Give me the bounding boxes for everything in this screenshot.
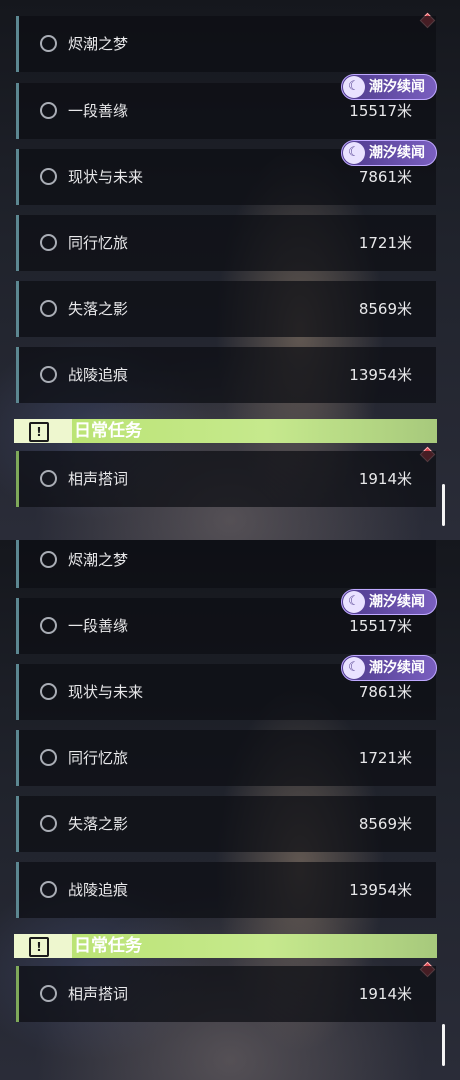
entry-accent-bar (16, 215, 19, 271)
quest-distance: 1721米 (358, 234, 412, 252)
entry-accent-bar (16, 862, 19, 918)
quest-name: 战陵追痕 (68, 881, 129, 899)
quest-distance: 8569米 (358, 815, 412, 833)
circle-outline-icon (40, 470, 57, 487)
quest-name: 同行忆旅 (68, 234, 129, 252)
tide-crescent-icon: ☾ (343, 76, 365, 98)
circle-outline-icon (40, 815, 57, 832)
scrollbar-thumb[interactable] (442, 1024, 445, 1066)
quest-name: 烬潮之梦 (68, 551, 129, 569)
entry-accent-bar (16, 281, 19, 337)
tide-event-badge: ☾ 潮汐续闻 (341, 74, 437, 100)
quest-name: 现状与未来 (68, 168, 144, 186)
quest-distance: 1721米 (358, 749, 412, 767)
quest-name: 烬潮之梦 (68, 35, 129, 53)
circle-outline-icon (40, 617, 57, 634)
quest-entry-4[interactable]: 同行忆旅 1721米 (16, 215, 436, 271)
quest-entry-5[interactable]: 失落之影 8569米 (16, 796, 436, 852)
quest-name: 失落之影 (68, 815, 129, 833)
circle-outline-icon (40, 551, 57, 568)
circle-outline-icon (40, 168, 57, 185)
daily-quest-entry[interactable]: 相声搭词 1914米 (16, 451, 436, 507)
badge-label: 潮汐续闻 (369, 660, 425, 676)
quest-distance: 13954米 (349, 366, 412, 384)
entry-accent-bar (16, 966, 19, 1022)
quest-tracker-panel-2: 烬潮之梦 一段善缘 15517米 ☾ 潮汐续闻 现状与未来 7861米 ☾ 潮汐… (0, 540, 460, 1080)
circle-outline-icon (40, 683, 57, 700)
quest-entry-6[interactable]: 战陵追痕 13954米 (16, 347, 436, 403)
quest-name: 同行忆旅 (68, 749, 129, 767)
quest-name: 现状与未来 (68, 683, 144, 701)
circle-outline-icon (40, 102, 57, 119)
circle-outline-icon (40, 985, 57, 1002)
circle-outline-icon (40, 881, 57, 898)
tide-crescent-icon: ☾ (343, 142, 365, 164)
entry-accent-bar (16, 83, 19, 139)
daily-section-header[interactable]: ! 日常任务 (14, 419, 437, 443)
entry-accent-bar (16, 664, 19, 720)
entry-accent-bar (16, 451, 19, 507)
circle-outline-icon (40, 749, 57, 766)
quest-name: 相声搭词 (68, 985, 129, 1003)
quest-distance: 13954米 (349, 881, 412, 899)
entry-accent-bar (16, 796, 19, 852)
tide-event-badge: ☾ 潮汐续闻 (341, 589, 437, 615)
quest-entry-4[interactable]: 同行忆旅 1721米 (16, 730, 436, 786)
entry-accent-bar (16, 347, 19, 403)
badge-label: 潮汐续闻 (369, 145, 425, 161)
tide-crescent-icon: ☾ (343, 591, 365, 613)
quest-entry-1[interactable]: 烬潮之梦 (16, 16, 436, 72)
daily-quest-entry[interactable]: 相声搭词 1914米 (16, 966, 436, 1022)
circle-outline-icon (40, 35, 57, 52)
quest-tracker-panel-1: 烬潮之梦 一段善缘 15517米 ☾ 潮汐续闻 现状与未来 7861米 ☾ 潮汐… (0, 0, 460, 540)
tide-crescent-icon: ☾ (343, 657, 365, 679)
badge-label: 潮汐续闻 (369, 79, 425, 95)
entry-accent-bar (16, 730, 19, 786)
scrollbar-thumb[interactable] (442, 484, 445, 526)
daily-section-header[interactable]: ! 日常任务 (14, 934, 437, 958)
entry-accent-bar (16, 16, 19, 72)
quest-name: 战陵追痕 (68, 366, 129, 384)
quest-name: 失落之影 (68, 300, 129, 318)
entry-accent-bar (16, 540, 19, 588)
quest-distance: 1914米 (358, 470, 412, 488)
exclamation-box-icon: ! (14, 934, 72, 958)
entry-accent-bar (16, 149, 19, 205)
quest-entry-5[interactable]: 失落之影 8569米 (16, 281, 436, 337)
quest-name: 相声搭词 (68, 470, 129, 488)
badge-label: 潮汐续闻 (369, 594, 425, 610)
quest-name: 一段善缘 (68, 102, 129, 120)
daily-section-title: 日常任务 (74, 421, 142, 441)
circle-outline-icon (40, 366, 57, 383)
circle-outline-icon (40, 234, 57, 251)
quest-distance: 1914米 (358, 985, 412, 1003)
quest-distance: 8569米 (358, 300, 412, 318)
daily-section-title: 日常任务 (74, 936, 142, 956)
quest-entry-1[interactable]: 烬潮之梦 (16, 540, 436, 588)
entry-accent-bar (16, 598, 19, 654)
exclamation-box-icon: ! (14, 419, 72, 443)
circle-outline-icon (40, 300, 57, 317)
quest-name: 一段善缘 (68, 617, 129, 635)
quest-entry-6[interactable]: 战陵追痕 13954米 (16, 862, 436, 918)
tide-event-badge: ☾ 潮汐续闻 (341, 655, 437, 681)
tide-event-badge: ☾ 潮汐续闻 (341, 140, 437, 166)
